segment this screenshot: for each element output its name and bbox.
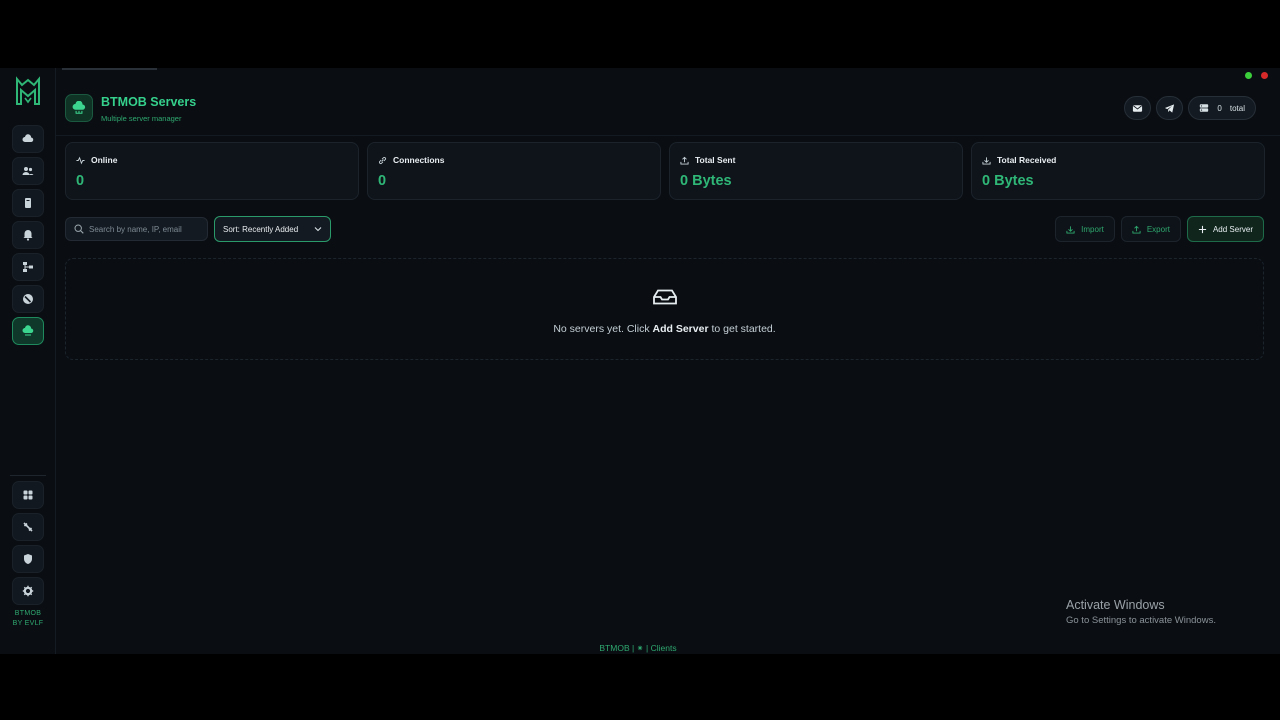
page-title: BTMOB Servers bbox=[101, 95, 197, 109]
stat-value: 0 bbox=[378, 173, 387, 189]
search-input[interactable] bbox=[89, 224, 207, 234]
activate-subtitle: Go to Settings to activate Windows. bbox=[1066, 615, 1216, 626]
stat-card-connections: Connections 0 bbox=[367, 142, 661, 200]
download-icon bbox=[1066, 225, 1075, 234]
server-list-empty-state: No servers yet. Click Add Server to get … bbox=[65, 258, 1264, 360]
cloud-icon bbox=[22, 134, 34, 142]
server-total-label: total bbox=[1229, 103, 1245, 113]
users-icon bbox=[22, 167, 34, 175]
add-server-label: Add Server bbox=[1212, 224, 1253, 234]
mail-icon bbox=[1133, 104, 1143, 112]
empty-text-after: to get started. bbox=[708, 323, 776, 335]
toolbar-actions: Import Export Add Server bbox=[1055, 216, 1264, 242]
server-stack-icon bbox=[1200, 104, 1209, 112]
download-icon bbox=[982, 156, 991, 165]
sidebar-item-network[interactable] bbox=[12, 253, 44, 281]
stat-value: 0 Bytes bbox=[982, 173, 1034, 189]
stat-label: Connections bbox=[393, 155, 445, 165]
export-label: Export bbox=[1146, 224, 1170, 234]
stat-value: 0 Bytes bbox=[680, 173, 732, 189]
sidebar: BTMOB BY EVLF bbox=[0, 68, 56, 654]
stats-row: Online 0 Connections 0 Total Sent 0 Byte… bbox=[65, 142, 1265, 200]
shield-icon bbox=[24, 554, 32, 564]
stat-label-row: Online bbox=[76, 155, 117, 165]
upload-icon bbox=[680, 156, 689, 165]
sidebar-item-servers[interactable] bbox=[12, 317, 44, 345]
stat-card-total-sent: Total Sent 0 Bytes bbox=[669, 142, 963, 200]
chevron-down-icon bbox=[314, 227, 322, 232]
sidebar-brand-line1: BTMOB bbox=[14, 610, 42, 617]
stat-label: Total Sent bbox=[695, 155, 736, 165]
servers-icon bbox=[22, 325, 34, 336]
sidebar-item-notifications[interactable] bbox=[12, 221, 44, 249]
header-actions: 0 total bbox=[1124, 96, 1256, 120]
sidebar-item-security[interactable] bbox=[12, 545, 44, 573]
inbox-icon bbox=[653, 289, 677, 305]
network-icon bbox=[23, 262, 33, 272]
stat-label-row: Total Sent bbox=[680, 155, 735, 165]
servers-header-icon bbox=[65, 94, 93, 122]
bell-icon bbox=[23, 230, 33, 241]
empty-text-bold: Add Server bbox=[652, 323, 709, 335]
stat-label: Total Received bbox=[997, 155, 1057, 165]
sidebar-item-tools[interactable] bbox=[12, 513, 44, 541]
app-logo-icon bbox=[16, 76, 40, 105]
sidebar-item-settings[interactable] bbox=[12, 577, 44, 605]
sidebar-brand-line2: BY EVLF bbox=[12, 620, 44, 627]
add-server-button[interactable]: Add Server bbox=[1186, 216, 1264, 242]
page-header: BTMOB Servers Multiple server manager 0 … bbox=[56, 68, 1280, 136]
page-subtitle: Multiple server manager bbox=[101, 114, 182, 123]
plus-icon bbox=[1198, 225, 1207, 233]
empty-text-before: No servers yet. Click bbox=[553, 323, 653, 335]
search-icon bbox=[74, 224, 84, 234]
stat-label-row: Total Received bbox=[982, 155, 1056, 165]
stat-card-online: Online 0 bbox=[65, 142, 359, 200]
device-icon bbox=[25, 198, 31, 208]
block-icon bbox=[23, 294, 33, 304]
import-label: Import bbox=[1081, 224, 1104, 234]
gear-icon bbox=[22, 585, 34, 597]
mail-button[interactable] bbox=[1124, 96, 1152, 120]
search-box bbox=[65, 217, 208, 241]
sidebar-divider bbox=[10, 475, 46, 476]
sort-dropdown[interactable]: Sort: Recently Added bbox=[214, 216, 331, 242]
upload-icon bbox=[1132, 225, 1141, 234]
sidebar-item-cloud[interactable] bbox=[12, 125, 44, 153]
server-total-badge[interactable]: 0 total bbox=[1188, 96, 1256, 120]
sidebar-item-users[interactable] bbox=[12, 157, 44, 185]
stat-value: 0 bbox=[76, 173, 85, 189]
sort-label: Sort: Recently Added bbox=[223, 224, 299, 234]
sidebar-item-device[interactable] bbox=[12, 189, 44, 217]
telegram-button[interactable] bbox=[1156, 96, 1184, 120]
export-button[interactable]: Export bbox=[1120, 216, 1181, 242]
grid-icon bbox=[23, 490, 33, 500]
app-window: BTMOB BY EVLF BTMOB Servers Multiple ser… bbox=[0, 68, 1280, 654]
sidebar-item-blocked[interactable] bbox=[12, 285, 44, 313]
import-button[interactable]: Import bbox=[1055, 216, 1115, 242]
telegram-icon bbox=[1165, 103, 1175, 113]
windows-activation-overlay: Activate Windows Go to Settings to activ… bbox=[1066, 598, 1216, 626]
stat-label: Online bbox=[91, 155, 118, 165]
activity-icon bbox=[76, 156, 85, 164]
server-total-count: 0 bbox=[1217, 103, 1222, 113]
empty-state-message: No servers yet. Click Add Server to get … bbox=[66, 323, 1263, 335]
link-icon bbox=[378, 156, 387, 164]
stat-label-row: Connections bbox=[378, 155, 444, 165]
tools-icon bbox=[23, 522, 33, 532]
sidebar-item-dashboard[interactable] bbox=[12, 481, 44, 509]
activate-title: Activate Windows bbox=[1066, 598, 1165, 612]
stat-card-total-received: Total Received 0 Bytes bbox=[971, 142, 1265, 200]
app-footer: BTMOB | ⁕ | Clients bbox=[599, 643, 677, 653]
